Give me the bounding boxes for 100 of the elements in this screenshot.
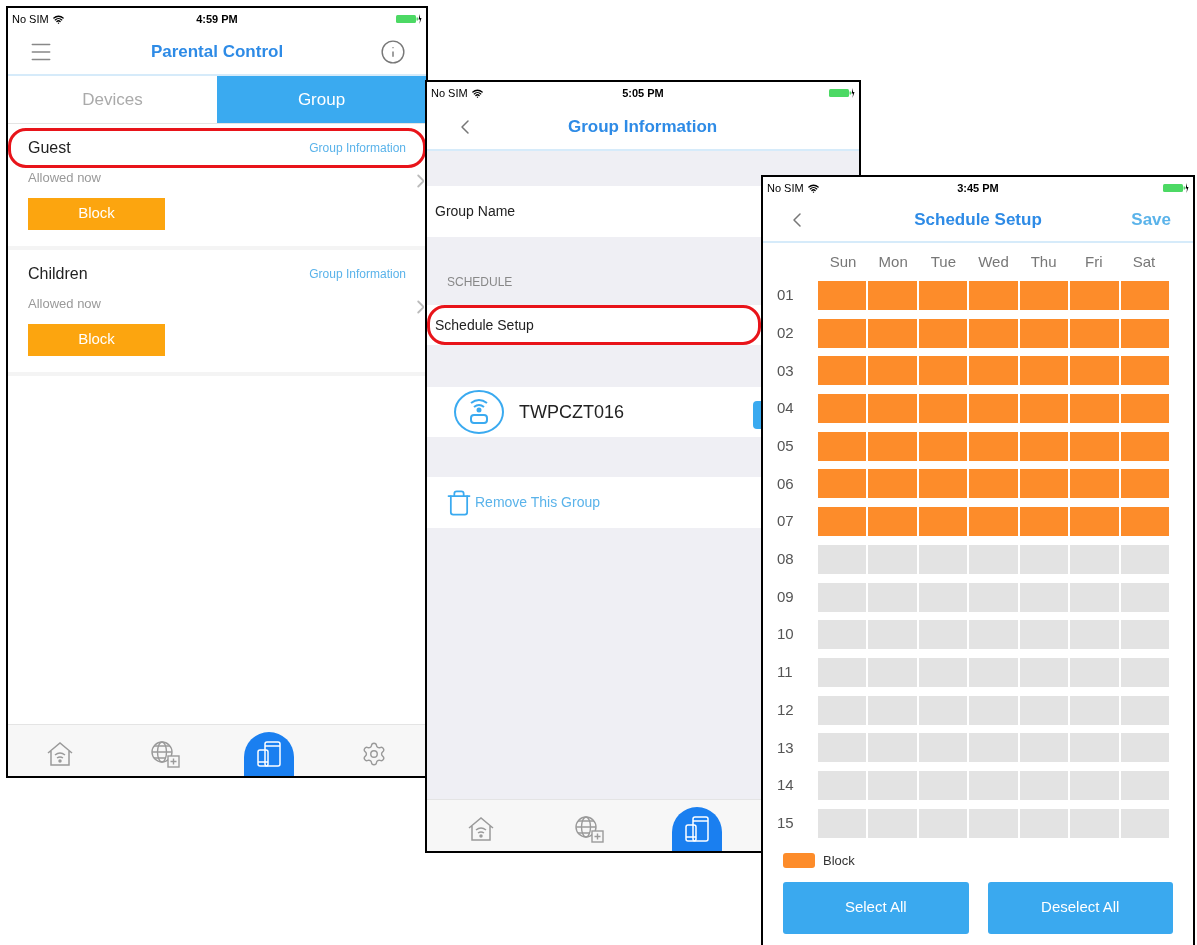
schedule-cell[interactable] <box>1070 431 1119 461</box>
devices-icon[interactable] <box>256 740 283 768</box>
schedule-cell[interactable] <box>868 318 917 348</box>
block-button[interactable]: Block <box>28 323 165 356</box>
schedule-cell[interactable] <box>969 431 1018 461</box>
schedule-cell[interactable] <box>868 281 917 310</box>
schedule-action-button[interactable]: Select All <box>783 881 969 934</box>
schedule-cell[interactable] <box>918 544 968 574</box>
schedule-cell[interactable] <box>1070 281 1119 310</box>
schedule-cell[interactable] <box>1070 318 1119 348</box>
schedule-cell[interactable] <box>1120 733 1169 763</box>
schedule-cell[interactable] <box>918 281 968 310</box>
schedule-cell[interactable] <box>818 582 867 612</box>
schedule-cell[interactable] <box>818 733 867 763</box>
schedule-cell[interactable] <box>918 733 968 763</box>
schedule-cell[interactable] <box>1070 620 1119 650</box>
schedule-cell[interactable] <box>1019 733 1069 763</box>
schedule-cell[interactable] <box>1019 318 1069 348</box>
schedule-cell[interactable] <box>1070 808 1119 838</box>
schedule-cell[interactable] <box>918 620 968 650</box>
schedule-cell[interactable] <box>818 544 867 574</box>
schedule-cell[interactable] <box>818 318 867 348</box>
schedule-cell[interactable] <box>1019 808 1069 838</box>
segment-tab[interactable]: Group <box>217 76 426 123</box>
schedule-cell[interactable] <box>1120 394 1169 424</box>
schedule-cell[interactable] <box>918 657 968 687</box>
devices-icon[interactable] <box>684 815 710 843</box>
side-button[interactable] <box>753 401 761 429</box>
schedule-cell[interactable] <box>1070 695 1119 725</box>
schedule-cell[interactable] <box>868 808 917 838</box>
schedule-cell[interactable] <box>1019 469 1069 499</box>
schedule-cell[interactable] <box>969 808 1018 838</box>
schedule-cell[interactable] <box>1070 582 1119 612</box>
schedule-cell[interactable] <box>1019 620 1069 650</box>
schedule-cell[interactable] <box>969 733 1018 763</box>
schedule-cell[interactable] <box>1120 431 1169 461</box>
schedule-cell[interactable] <box>1120 770 1169 800</box>
schedule-cell[interactable] <box>1070 544 1119 574</box>
schedule-cell[interactable] <box>818 431 867 461</box>
home-wifi-icon[interactable] <box>467 816 495 842</box>
schedule-cell[interactable] <box>969 695 1018 725</box>
schedule-cell[interactable] <box>1070 507 1119 537</box>
schedule-cell[interactable] <box>918 582 968 612</box>
schedule-cell[interactable] <box>1019 695 1069 725</box>
schedule-cell[interactable] <box>818 356 867 386</box>
schedule-cell[interactable] <box>1019 281 1069 310</box>
schedule-cell[interactable] <box>818 808 867 838</box>
schedule-cell[interactable] <box>868 657 917 687</box>
group-information-link[interactable]: Group Information <box>309 139 406 157</box>
schedule-cell[interactable] <box>1019 507 1069 537</box>
schedule-cell[interactable] <box>818 657 867 687</box>
schedule-cell[interactable] <box>1120 469 1169 499</box>
schedule-cell[interactable] <box>918 507 968 537</box>
schedule-cell[interactable] <box>1120 544 1169 574</box>
schedule-cell[interactable] <box>1019 394 1069 424</box>
schedule-cell[interactable] <box>1019 582 1069 612</box>
home-wifi-icon[interactable] <box>46 741 75 767</box>
schedule-cell[interactable] <box>818 770 867 800</box>
schedule-cell[interactable] <box>868 356 917 386</box>
schedule-cell[interactable] <box>1120 620 1169 650</box>
schedule-cell[interactable] <box>1120 582 1169 612</box>
schedule-cell[interactable] <box>868 733 917 763</box>
schedule-cell[interactable] <box>1070 733 1119 763</box>
schedule-cell[interactable] <box>818 620 867 650</box>
schedule-cell[interactable] <box>969 507 1018 537</box>
schedule-cell[interactable] <box>918 695 968 725</box>
schedule-cell[interactable] <box>868 469 917 499</box>
schedule-cell[interactable] <box>868 620 917 650</box>
schedule-cell[interactable] <box>818 394 867 424</box>
schedule-cell[interactable] <box>969 582 1018 612</box>
schedule-setup-row[interactable]: Schedule Setup <box>427 305 761 345</box>
schedule-cell[interactable] <box>818 695 867 725</box>
schedule-cell[interactable] <box>969 770 1018 800</box>
schedule-cell[interactable] <box>969 356 1018 386</box>
group-card[interactable]: Children Group Information Allowed now Block <box>8 250 426 376</box>
group-card[interactable]: Guest Group Information Allowed now Block <box>8 124 426 250</box>
schedule-cell[interactable] <box>818 507 867 537</box>
schedule-cell[interactable] <box>918 770 968 800</box>
schedule-cell[interactable] <box>1070 657 1119 687</box>
globe-plus-icon[interactable] <box>573 814 605 844</box>
schedule-cell[interactable] <box>868 431 917 461</box>
schedule-cell[interactable] <box>1019 431 1069 461</box>
schedule-cell[interactable] <box>969 318 1018 348</box>
active-tab[interactable] <box>672 807 722 851</box>
schedule-cell[interactable] <box>1120 318 1169 348</box>
schedule-cell[interactable] <box>1120 657 1169 687</box>
schedule-cell[interactable] <box>868 507 917 537</box>
save-button[interactable]: Save <box>1131 207 1171 233</box>
schedule-cell[interactable] <box>1120 281 1169 310</box>
active-tab[interactable] <box>244 732 295 776</box>
schedule-cell[interactable] <box>969 281 1018 310</box>
info-icon[interactable] <box>380 39 406 65</box>
schedule-cell[interactable] <box>1120 356 1169 386</box>
schedule-cell[interactable] <box>918 318 968 348</box>
schedule-cell[interactable] <box>1070 356 1119 386</box>
schedule-cell[interactable] <box>918 808 968 838</box>
schedule-cell[interactable] <box>818 469 867 499</box>
block-button[interactable]: Block <box>28 197 165 230</box>
schedule-cell[interactable] <box>1070 394 1119 424</box>
schedule-cell[interactable] <box>969 544 1018 574</box>
